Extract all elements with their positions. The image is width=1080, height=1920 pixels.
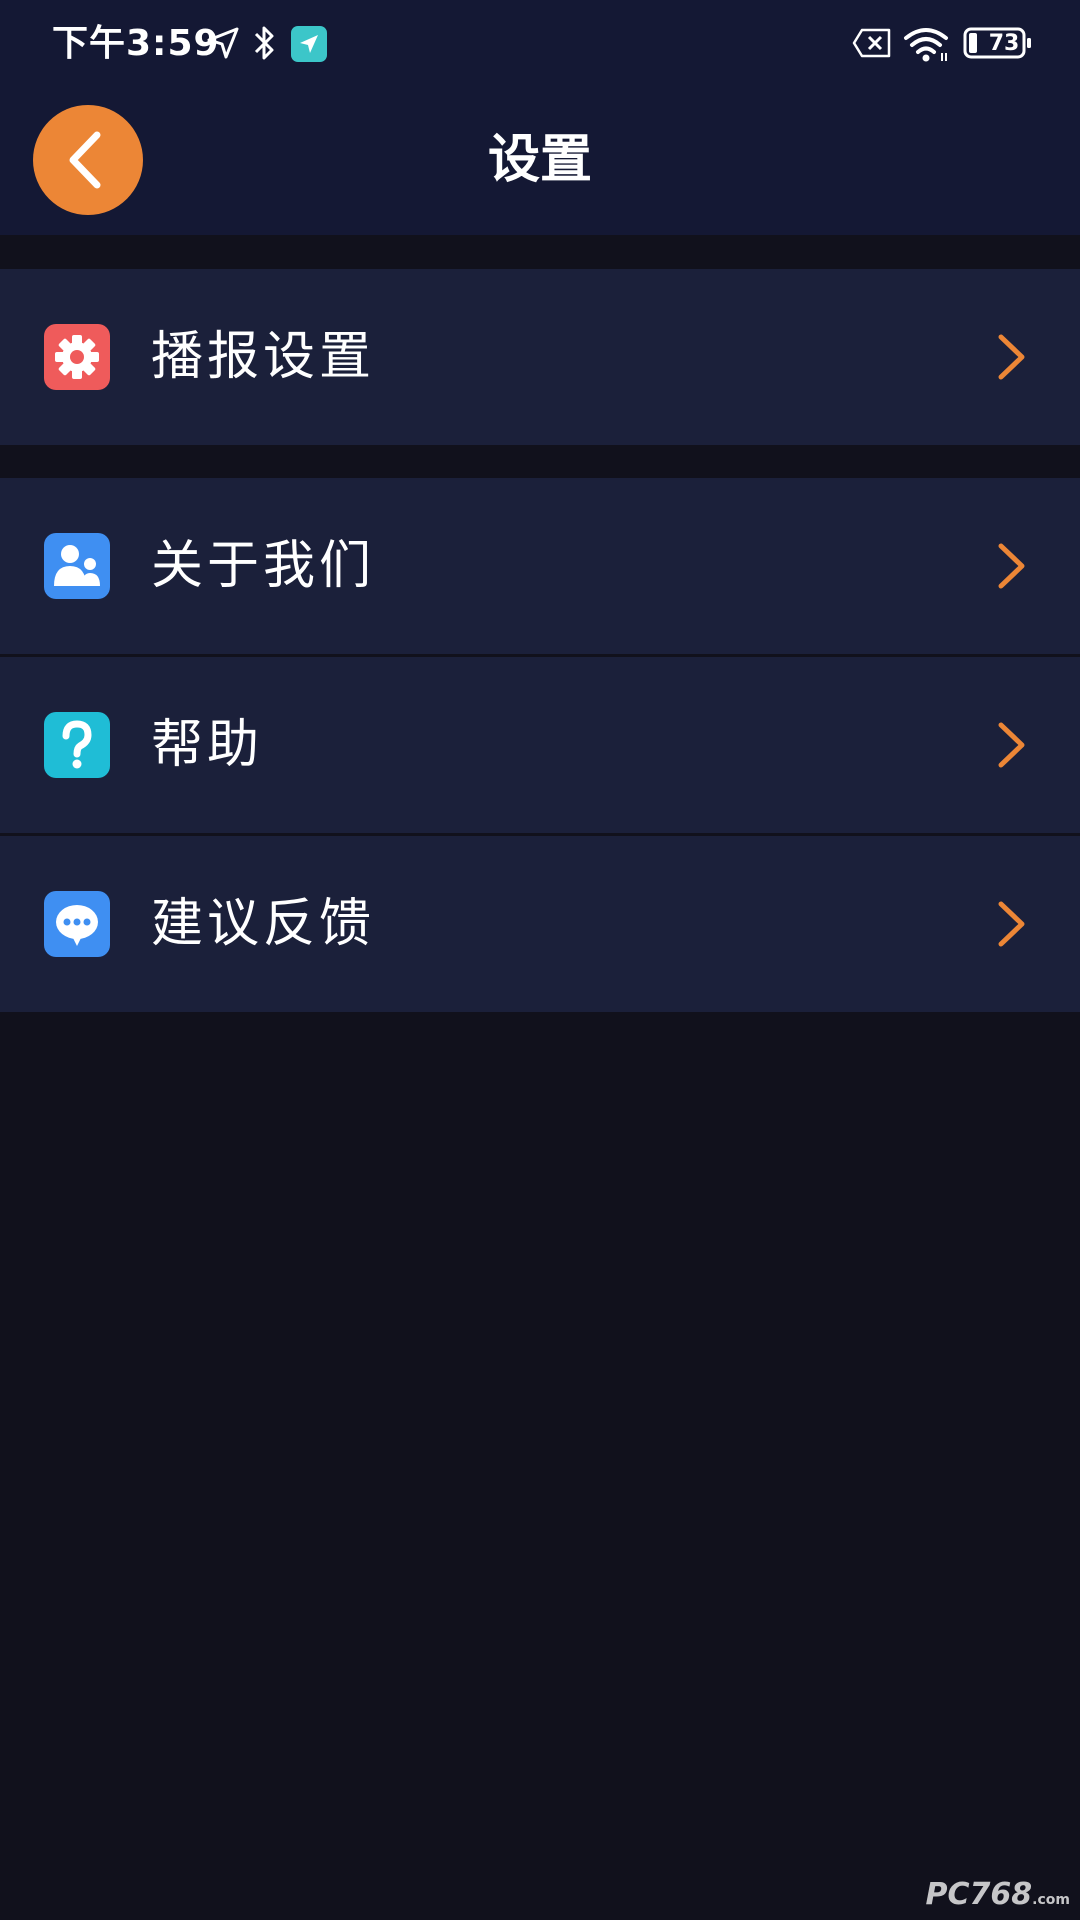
chevron-right-icon	[998, 334, 1025, 380]
gear-icon	[44, 324, 110, 390]
status-time: 下午3:59	[52, 23, 220, 64]
watermark: PC768.com	[925, 1877, 1070, 1912]
item-label: 关于我们	[151, 536, 376, 596]
page-title: 设置	[487, 130, 592, 190]
wifi-icon	[903, 26, 949, 66]
navigation-app-icon	[291, 26, 327, 66]
chevron-right-icon	[998, 722, 1025, 768]
users-icon	[44, 533, 110, 599]
item-label: 建议反馈	[151, 894, 376, 954]
status-bar: 下午3:59 73	[0, 0, 1080, 90]
chat-bubble-icon	[44, 891, 110, 957]
chevron-right-icon	[998, 901, 1025, 947]
bluetooth-icon	[252, 24, 278, 66]
item-label: 帮助	[151, 715, 264, 775]
no-sim-icon	[852, 28, 892, 62]
header: 设置	[0, 90, 1080, 235]
item-label: 播报设置	[151, 327, 376, 387]
location-arrow-icon	[206, 26, 240, 64]
settings-item-about-us[interactable]: 关于我们	[0, 478, 1080, 654]
settings-item-broadcast[interactable]: 播报设置	[0, 269, 1080, 445]
question-icon	[44, 712, 110, 778]
settings-item-help[interactable]: 帮助	[0, 657, 1080, 833]
battery-level: 73	[988, 31, 1020, 56]
chevron-right-icon	[998, 543, 1025, 589]
settings-item-feedback[interactable]: 建议反馈	[0, 836, 1080, 1012]
